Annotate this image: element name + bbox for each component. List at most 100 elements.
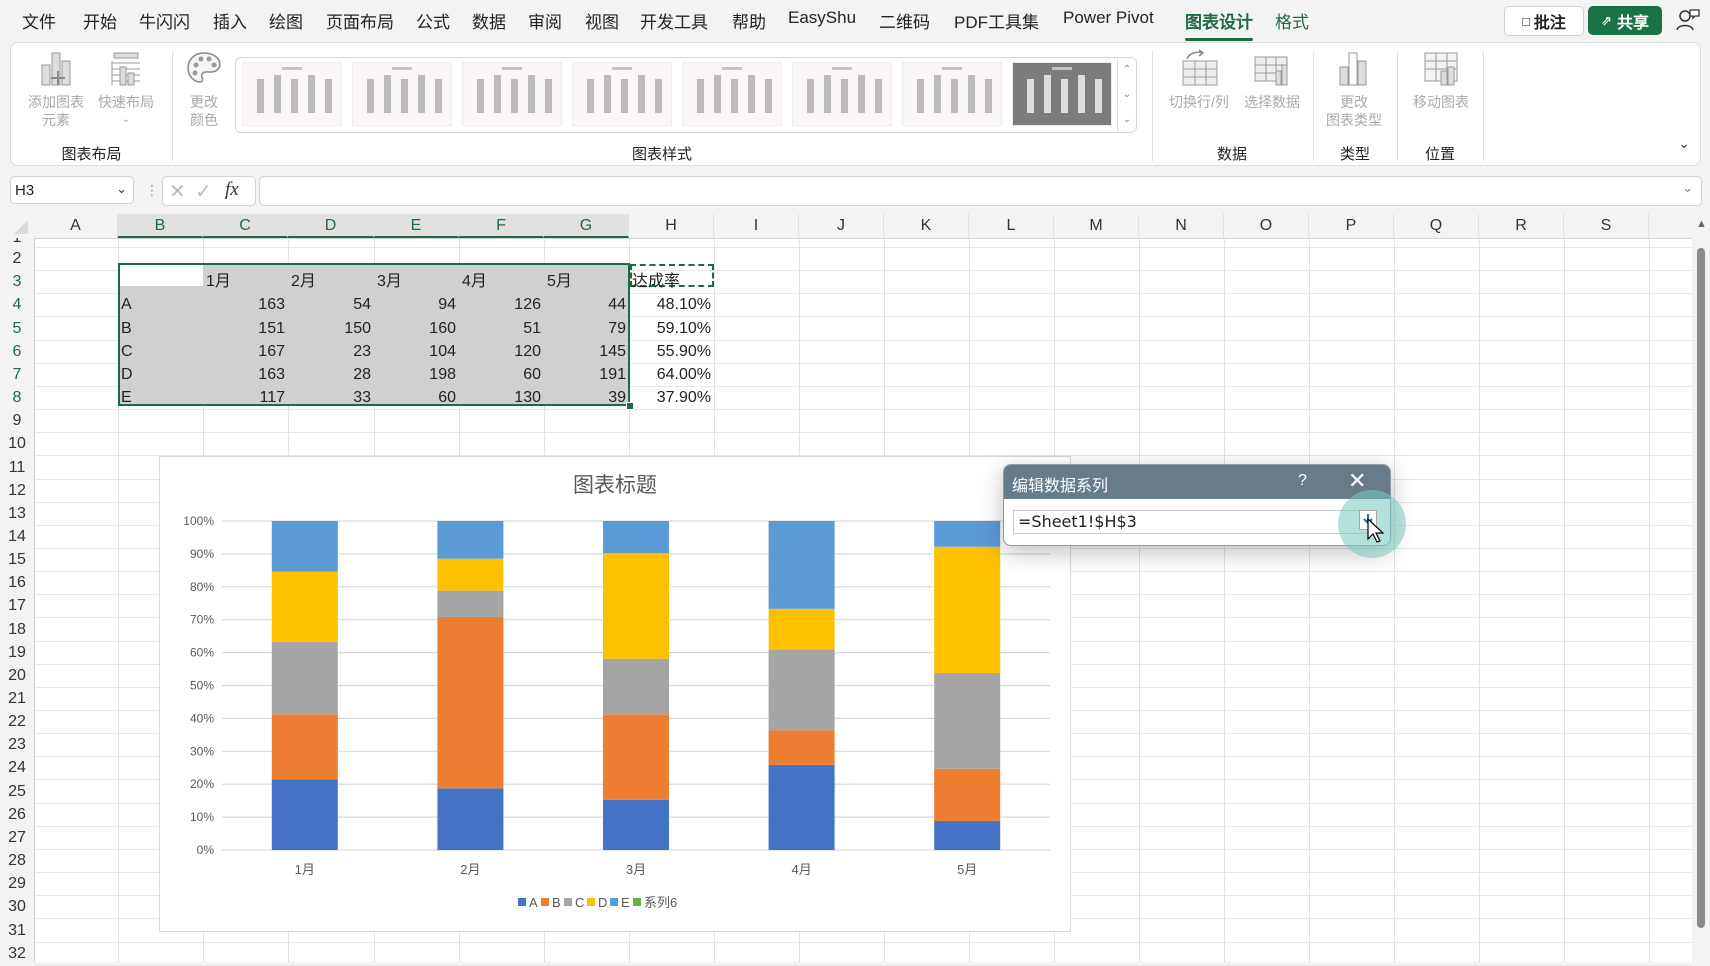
row-header-10[interactable]: 10 bbox=[0, 432, 34, 455]
row-header-28[interactable]: 28 bbox=[0, 849, 34, 872]
row-header-15[interactable]: 15 bbox=[0, 548, 34, 571]
row-label-cell[interactable]: D bbox=[118, 363, 203, 386]
rate-cell[interactable]: 64.00% bbox=[629, 363, 714, 386]
tab-16[interactable]: 图表设计 bbox=[1185, 8, 1253, 41]
data-cell[interactable]: 191 bbox=[544, 363, 629, 386]
tab-10[interactable]: 开发工具 bbox=[640, 8, 708, 33]
tab-1[interactable]: 开始 bbox=[83, 8, 117, 33]
data-cell[interactable]: 94 bbox=[374, 293, 459, 316]
scrollbar-thumb[interactable] bbox=[1697, 248, 1705, 928]
row-header-19[interactable]: 19 bbox=[0, 641, 34, 664]
dialog-titlebar[interactable]: 编辑数据系列 ? ✕ bbox=[1004, 465, 1390, 499]
tab-4[interactable]: 绘图 bbox=[269, 8, 303, 33]
row-header-17[interactable]: 17 bbox=[0, 594, 34, 617]
row-header-23[interactable]: 23 bbox=[0, 733, 34, 756]
data-cell[interactable]: 130 bbox=[459, 386, 544, 409]
row-header-1[interactable]: 1 bbox=[0, 238, 34, 247]
tab-9[interactable]: 视图 bbox=[585, 8, 619, 33]
column-header-Q[interactable]: Q bbox=[1394, 214, 1479, 238]
row-header-7[interactable]: 7 bbox=[0, 363, 34, 386]
column-header-I[interactable]: I bbox=[714, 214, 799, 238]
chart-style-thumbnail[interactable] bbox=[242, 62, 342, 126]
row-label-cell[interactable]: B bbox=[118, 317, 203, 340]
data-cell[interactable]: 126 bbox=[459, 293, 544, 316]
vertical-scrollbar[interactable]: ▲ bbox=[1692, 214, 1710, 962]
row-header-27[interactable]: 27 bbox=[0, 826, 34, 849]
formula-input[interactable]: ⌄ bbox=[259, 176, 1702, 206]
insert-function-icon[interactable]: fx bbox=[225, 179, 239, 201]
column-header-L[interactable]: L bbox=[969, 214, 1054, 238]
row-header-9[interactable]: 9 bbox=[0, 409, 34, 432]
chart-style-thumbnail[interactable] bbox=[902, 62, 1002, 126]
rate-cell[interactable]: 55.90% bbox=[629, 340, 714, 363]
rate-cell[interactable]: 59.10% bbox=[629, 317, 714, 340]
tab-7[interactable]: 数据 bbox=[472, 8, 506, 33]
rate-cell[interactable]: 37.90% bbox=[629, 386, 714, 409]
data-cell[interactable]: 79 bbox=[544, 317, 629, 340]
row-header-25[interactable]: 25 bbox=[0, 780, 34, 803]
chart-style-thumbnail[interactable] bbox=[1012, 62, 1112, 126]
tab-0[interactable]: 文件 bbox=[22, 8, 56, 33]
row-header-3[interactable]: 3 bbox=[0, 270, 34, 293]
row-header-29[interactable]: 29 bbox=[0, 872, 34, 895]
row-header-4[interactable]: 4 bbox=[0, 293, 34, 316]
column-header-K[interactable]: K bbox=[884, 214, 969, 238]
tab-3[interactable]: 插入 bbox=[213, 8, 247, 33]
column-header-R[interactable]: R bbox=[1479, 214, 1564, 238]
row-header-32[interactable]: 32 bbox=[0, 942, 34, 965]
data-cell[interactable]: 104 bbox=[374, 340, 459, 363]
tab-6[interactable]: 公式 bbox=[416, 8, 450, 33]
rate-cell[interactable]: 48.10% bbox=[629, 293, 714, 316]
chart-style-thumbnail[interactable] bbox=[572, 62, 672, 126]
row-label-cell[interactable]: C bbox=[118, 340, 203, 363]
row-header-14[interactable]: 14 bbox=[0, 525, 34, 548]
column-header-C[interactable]: C bbox=[203, 214, 288, 238]
quick-layout-button[interactable]: 快速布局 ⌄ bbox=[95, 49, 157, 129]
switch-row-column-button[interactable]: 切换行/列 bbox=[1163, 49, 1235, 111]
name-box[interactable]: H3 ⌄ bbox=[10, 176, 134, 204]
comments-button[interactable]: □ 批注 bbox=[1504, 6, 1584, 36]
row-header-16[interactable]: 16 bbox=[0, 571, 34, 594]
row-header-22[interactable]: 22 bbox=[0, 710, 34, 733]
column-header-N[interactable]: N bbox=[1139, 214, 1224, 238]
cell-b3[interactable] bbox=[120, 265, 203, 286]
column-header-B[interactable]: B bbox=[118, 214, 203, 238]
row-header-6[interactable]: 6 bbox=[0, 340, 34, 363]
data-cell[interactable]: 198 bbox=[374, 363, 459, 386]
column-header-H[interactable]: H bbox=[629, 214, 714, 238]
help-button[interactable]: ? bbox=[1298, 472, 1307, 490]
column-header-M[interactable]: M bbox=[1054, 214, 1139, 238]
data-cell[interactable]: 163 bbox=[203, 293, 288, 316]
data-cell[interactable]: 160 bbox=[374, 317, 459, 340]
change-colors-button[interactable]: 更改 颜色 bbox=[179, 49, 229, 129]
data-cell[interactable]: 150 bbox=[288, 317, 374, 340]
data-cell[interactable]: 167 bbox=[203, 340, 288, 363]
chart-style-thumbnail[interactable] bbox=[352, 62, 452, 126]
select-all-corner[interactable] bbox=[0, 214, 34, 238]
formula-bar-grip-icon[interactable]: ⋮ bbox=[145, 182, 159, 199]
row-header-2[interactable]: 2 bbox=[0, 247, 34, 270]
header-cell[interactable]: 2月 bbox=[288, 270, 374, 293]
data-cell[interactable]: 39 bbox=[544, 386, 629, 409]
select-data-button[interactable]: 选择数据 bbox=[1239, 49, 1305, 111]
cancel-icon[interactable]: ✕ bbox=[169, 179, 186, 204]
tab-13[interactable]: 二维码 bbox=[879, 8, 930, 33]
row-header-31[interactable]: 31 bbox=[0, 919, 34, 942]
chart-area[interactable]: 图表标题 0% 10% 20% 30% 40% 50% 60% 70% 80% 90% 100% 1月… bbox=[159, 456, 1071, 932]
chart-style-thumbnail[interactable] bbox=[792, 62, 892, 126]
data-cell[interactable]: 163 bbox=[203, 363, 288, 386]
data-cell[interactable]: 54 bbox=[288, 293, 374, 316]
expand-formula-chevron-icon[interactable]: ⌄ bbox=[1682, 180, 1693, 196]
tab-5[interactable]: 页面布局 bbox=[326, 8, 394, 33]
data-cell[interactable]: 151 bbox=[203, 317, 288, 340]
tab-2[interactable]: 牛闪闪 bbox=[139, 8, 190, 33]
header-cell[interactable]: 达成率 bbox=[629, 270, 714, 293]
tab-14[interactable]: PDF工具集 bbox=[954, 8, 1039, 33]
chart-style-thumbnail[interactable] bbox=[462, 62, 562, 126]
data-cell[interactable]: 33 bbox=[288, 386, 374, 409]
row-header-24[interactable]: 24 bbox=[0, 756, 34, 779]
header-cell[interactable]: 4月 bbox=[459, 270, 544, 293]
collapse-ribbon-chevron-icon[interactable]: ⌄ bbox=[1678, 135, 1690, 152]
data-cell[interactable]: 145 bbox=[544, 340, 629, 363]
row-header-21[interactable]: 21 bbox=[0, 687, 34, 710]
